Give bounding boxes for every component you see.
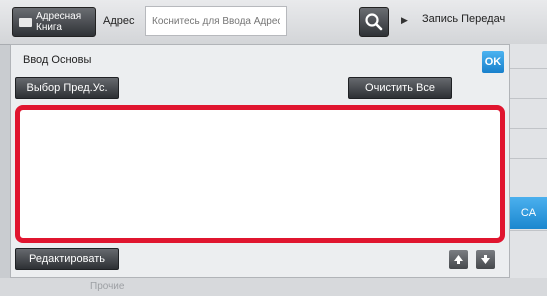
address-input[interactable] xyxy=(145,6,287,36)
text-entry-area[interactable] xyxy=(15,105,505,243)
search-button[interactable] xyxy=(359,7,389,37)
scroll-up-icon xyxy=(454,255,463,264)
address-book-button[interactable]: Адресная Книга xyxy=(12,7,96,37)
address-label: Адрес xyxy=(103,15,135,27)
address-book-icon xyxy=(19,18,32,27)
scroll-up-button[interactable] xyxy=(449,250,468,269)
tx-log-button[interactable]: Запись Передач xyxy=(422,13,505,25)
scroll-down-icon xyxy=(481,255,490,264)
top-bar: Адресная Книга Адрес ▶ Запись Передач xyxy=(0,0,547,45)
scroll-down-button[interactable] xyxy=(476,250,495,269)
address-book-label: Адресная Книга xyxy=(36,11,82,33)
ok-button[interactable]: OK xyxy=(482,51,504,73)
ca-button[interactable]: CA xyxy=(510,197,547,229)
dialog-title: Ввод Основы xyxy=(23,54,92,66)
search-icon xyxy=(365,13,383,31)
base-input-dialog: Ввод Основы OK Выбор Пред.Ус. Очистить В… xyxy=(10,44,510,278)
edit-button[interactable]: Редактировать xyxy=(15,248,119,270)
bottom-strip xyxy=(0,278,547,296)
clear-all-button[interactable]: Очистить Все xyxy=(348,77,452,99)
right-side-panel xyxy=(510,44,547,296)
arrow-right-icon[interactable]: ▶ xyxy=(401,15,408,26)
preset-select-button[interactable]: Выбор Пред.Ус. xyxy=(15,77,119,99)
other-label: Прочие xyxy=(90,281,125,292)
